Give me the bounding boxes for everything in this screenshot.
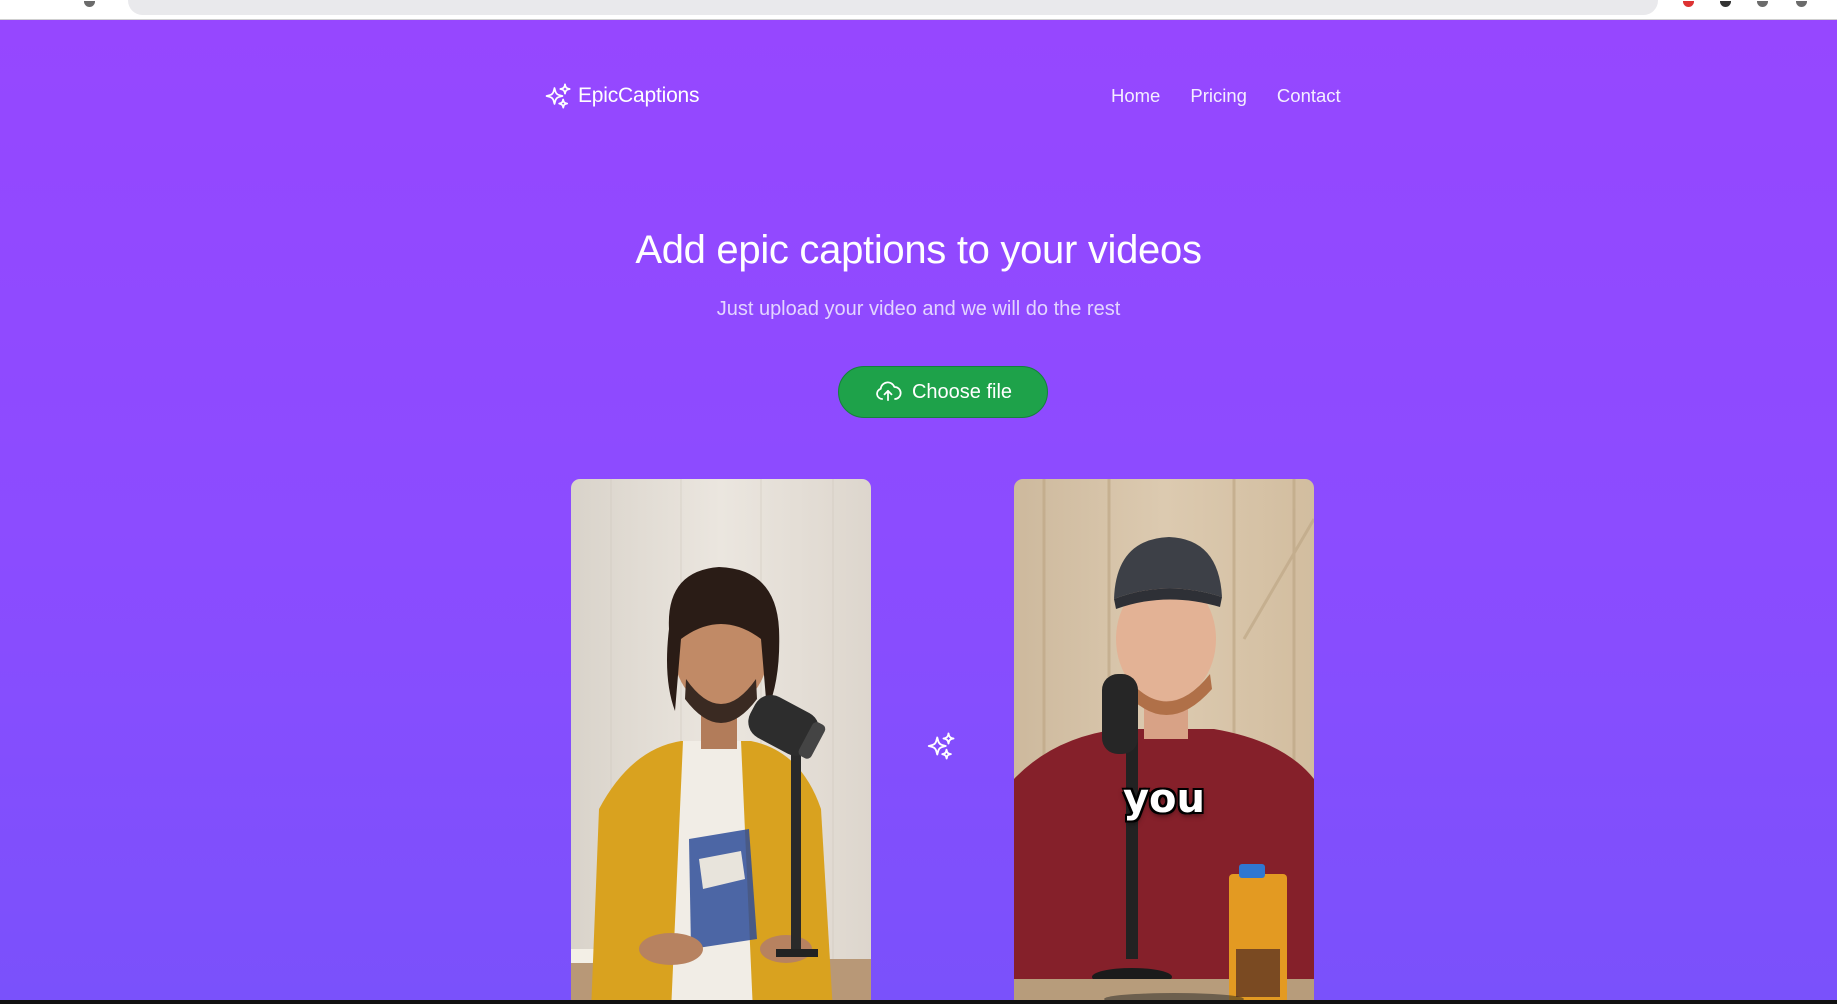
nav-pricing-link[interactable]: Pricing (1190, 85, 1247, 107)
video-caption-text: you (1122, 776, 1206, 822)
podcast-host-image (1014, 479, 1314, 1000)
extensions-puzzle-icon[interactable] (1757, 1, 1768, 7)
main-nav: Home Pricing Contact (1111, 85, 1341, 107)
profile-icon[interactable] (1720, 1, 1731, 7)
nav-contact-link[interactable]: Contact (1277, 85, 1341, 107)
landing-page: EpicCaptions Home Pricing Contact Add ep… (0, 20, 1837, 1000)
address-bar[interactable] (128, 0, 1658, 15)
sparkles-icon (545, 83, 571, 109)
screen-edge (0, 1000, 1837, 1004)
sparkles-icon (927, 732, 955, 760)
podcast-host-image (571, 479, 871, 1000)
hero-subtitle: Just upload your video and we will do th… (716, 298, 1121, 320)
nav-home-link[interactable]: Home (1111, 85, 1160, 107)
browser-toolbar (0, 0, 1837, 20)
reload-icon[interactable] (84, 1, 95, 7)
original-video-preview[interactable] (571, 479, 871, 1000)
menu-icon[interactable] (1796, 1, 1807, 7)
brand-logo[interactable]: EpicCaptions (544, 82, 700, 110)
brand-name: EpicCaptions (578, 84, 700, 107)
choose-file-label: Choose file (911, 380, 1013, 403)
cloud-upload-icon (876, 381, 902, 402)
hero-title: Add epic captions to your videos (635, 228, 1202, 272)
extension-icon[interactable] (1683, 1, 1694, 7)
choose-file-button[interactable]: Choose file (838, 366, 1048, 418)
captioned-video-preview[interactable]: you (1014, 479, 1314, 1000)
